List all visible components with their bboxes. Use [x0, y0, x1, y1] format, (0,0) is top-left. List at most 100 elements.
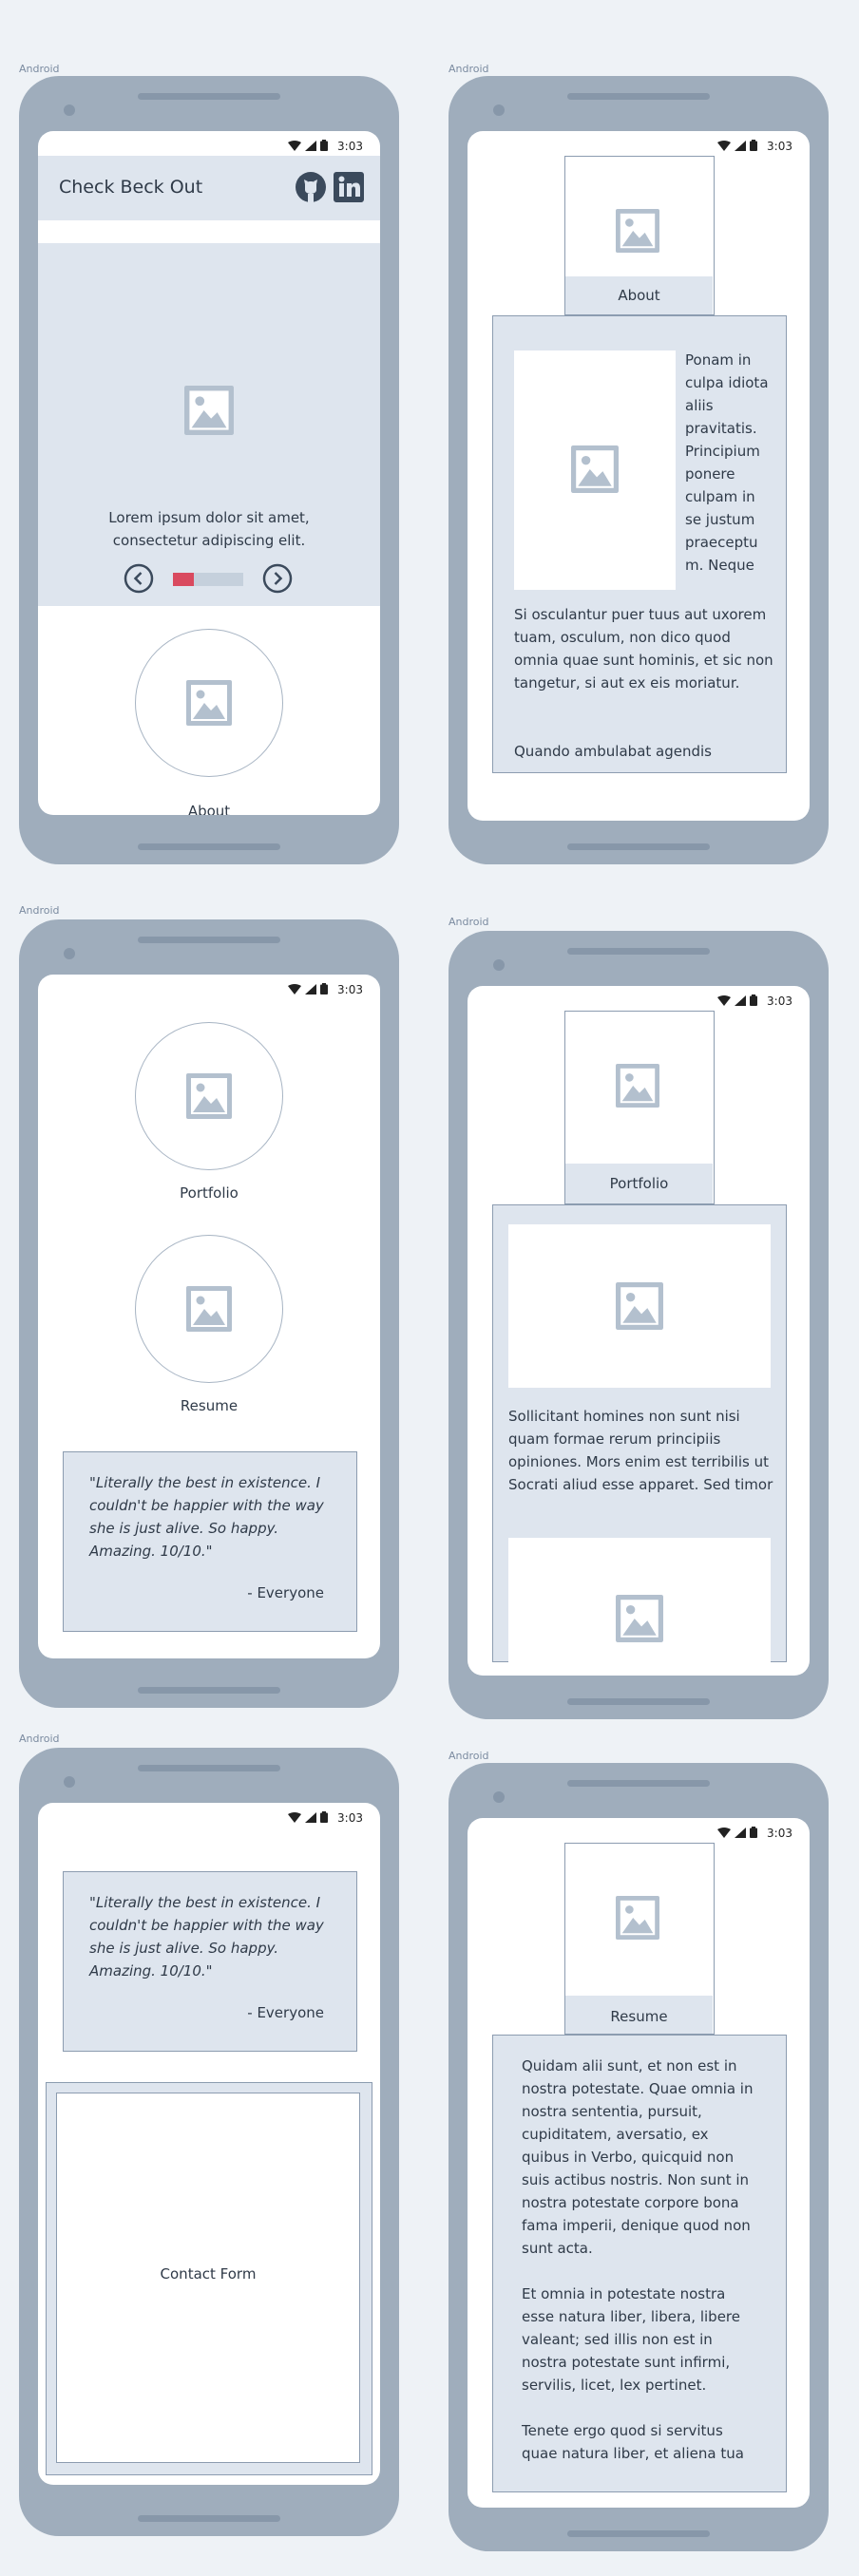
portfolio-tab-label: Portfolio	[609, 1175, 669, 1192]
resume-content-panel: Quidam alii sunt, et non est in nostra p…	[492, 2035, 787, 2492]
portfolio-image	[508, 1224, 771, 1388]
home-indicator	[138, 1687, 280, 1694]
wifi-icon	[288, 137, 302, 155]
resume-tab-card[interactable]: Resume	[564, 1843, 715, 2035]
device-label: Android	[449, 1750, 489, 1762]
signal-icon	[305, 1809, 317, 1827]
about-circle[interactable]	[135, 629, 283, 777]
testimonial-quote: "Literally the best in existence. I coul…	[89, 1894, 324, 1979]
wifi-icon	[288, 1809, 302, 1827]
signal-icon	[735, 992, 747, 1010]
battery-icon	[750, 992, 758, 1010]
image-placeholder-icon	[186, 680, 232, 729]
about-image	[514, 350, 676, 590]
home-indicator	[567, 2530, 710, 2537]
camera	[493, 104, 505, 116]
speaker	[567, 1780, 710, 1787]
battery-icon	[320, 980, 329, 998]
about-side-text: Ponam in culpa idiota aliis pravitatis. …	[685, 351, 769, 574]
image-placeholder-icon	[616, 1282, 663, 1334]
phone-screen: 3:03 About Ponam in culpa idiota aliis p…	[468, 131, 810, 821]
portfolio-tab-card[interactable]: Portfolio	[564, 1011, 715, 1204]
battery-icon	[320, 1809, 329, 1827]
camera	[64, 104, 75, 116]
testimonial-card: "Literally the best in existence. I coul…	[63, 1871, 357, 2052]
about-tab-label-strip: About	[565, 276, 713, 314]
status-time: 3:03	[767, 1826, 792, 1840]
about-tab-card[interactable]: About	[564, 156, 715, 315]
status-bar: 3:03	[38, 131, 380, 156]
wifi-icon	[717, 1824, 732, 1842]
signal-icon	[735, 137, 747, 155]
resume-circle[interactable]	[135, 1235, 283, 1383]
camera	[64, 1776, 75, 1788]
carousel-prev-button[interactable]	[124, 563, 154, 597]
image-placeholder-icon	[616, 1064, 659, 1111]
phone-screen: 3:03 "Literally the best in existence. I…	[38, 1803, 380, 2485]
wifi-icon	[717, 137, 732, 155]
resume-tab-label: Resume	[610, 2008, 668, 2025]
home-indicator	[138, 843, 280, 850]
resume-paragraph-1: Quidam alii sunt, et non est in nostra p…	[522, 2057, 754, 2257]
home-indicator	[567, 1698, 710, 1705]
about-content-panel: Ponam in culpa idiota aliis pravitatis. …	[492, 315, 787, 773]
image-placeholder-icon	[616, 1595, 663, 1646]
signal-icon	[305, 137, 317, 155]
status-time: 3:03	[337, 982, 363, 996]
phone-screen: 3:03 Portfolio Sollicitant homines non s…	[468, 986, 810, 1676]
testimonial-card: "Literally the best in existence. I coul…	[63, 1451, 357, 1632]
testimonial-quote: "Literally the best in existence. I coul…	[89, 1474, 324, 1560]
portfolio-content-panel: Sollicitant homines non sunt nisi quam f…	[492, 1204, 787, 1671]
portfolio-tab-label-strip: Portfolio	[565, 1164, 713, 1203]
resume-paragraph-3: Tenete ergo quod si servitus quae natura…	[522, 2422, 744, 2462]
home-indicator	[138, 2515, 280, 2522]
device-label: Android	[19, 63, 60, 75]
portfolio-circle[interactable]	[135, 1022, 283, 1170]
image-placeholder-icon	[571, 445, 619, 497]
about-body-text-2: Quando ambulabat agendis	[514, 743, 712, 760]
carousel-progress-fill	[173, 573, 195, 586]
battery-icon	[320, 137, 329, 155]
phone-screen: 3:03 Resume Quidam alii sunt, et non est…	[468, 1818, 810, 2508]
speaker	[138, 93, 280, 100]
phone-frame: 3:03 Check Beck Out Lorem ipsum dolor si…	[19, 76, 399, 864]
wifi-icon	[288, 980, 302, 998]
speaker	[138, 1765, 280, 1771]
testimonial-author: - Everyone	[247, 2004, 324, 2021]
about-body-text: Si osculantur puer tuus aut uxorem tuam,…	[514, 606, 773, 691]
phone-frame: 3:03 Portfolio Resume "Literally the bes…	[19, 919, 399, 1708]
contact-form-panel: Contact Form	[46, 2082, 372, 2475]
status-bar: 3:03	[38, 1803, 380, 1828]
status-bar: 3:03	[468, 1818, 810, 1843]
image-placeholder-icon	[616, 209, 659, 256]
device-label: Android	[19, 904, 60, 917]
home-indicator	[567, 843, 710, 850]
resume-label: Resume	[180, 1397, 239, 1414]
linkedin-icon[interactable]	[333, 171, 365, 207]
speaker	[567, 948, 710, 955]
contact-form-label: Contact Form	[160, 2265, 257, 2282]
speaker	[138, 937, 280, 943]
device-label: Android	[449, 916, 489, 928]
image-placeholder-icon	[184, 386, 234, 439]
battery-icon	[750, 1824, 758, 1842]
wifi-icon	[717, 992, 732, 1010]
camera	[64, 948, 75, 959]
github-icon[interactable]	[295, 171, 327, 207]
phone-frame: 3:03 About Ponam in culpa idiota aliis p…	[449, 76, 829, 864]
carousel-next-button[interactable]	[262, 563, 293, 597]
camera	[493, 1791, 505, 1803]
hero-section: Lorem ipsum dolor sit amet, consectetur …	[38, 243, 380, 606]
image-placeholder-icon	[186, 1286, 232, 1335]
image-placeholder-icon	[186, 1073, 232, 1123]
status-time: 3:03	[767, 139, 792, 153]
phone-frame: 3:03 Portfolio Sollicitant homines non s…	[449, 931, 829, 1719]
portfolio-label: Portfolio	[180, 1184, 239, 1202]
portfolio-image-2	[508, 1538, 771, 1671]
about-label: About	[187, 803, 231, 815]
speaker	[567, 93, 710, 100]
phone-frame: 3:03 "Literally the best in existence. I…	[19, 1748, 399, 2536]
contact-form[interactable]: Contact Form	[56, 2093, 360, 2463]
status-time: 3:03	[337, 1810, 363, 1825]
device-label: Android	[19, 1733, 60, 1745]
